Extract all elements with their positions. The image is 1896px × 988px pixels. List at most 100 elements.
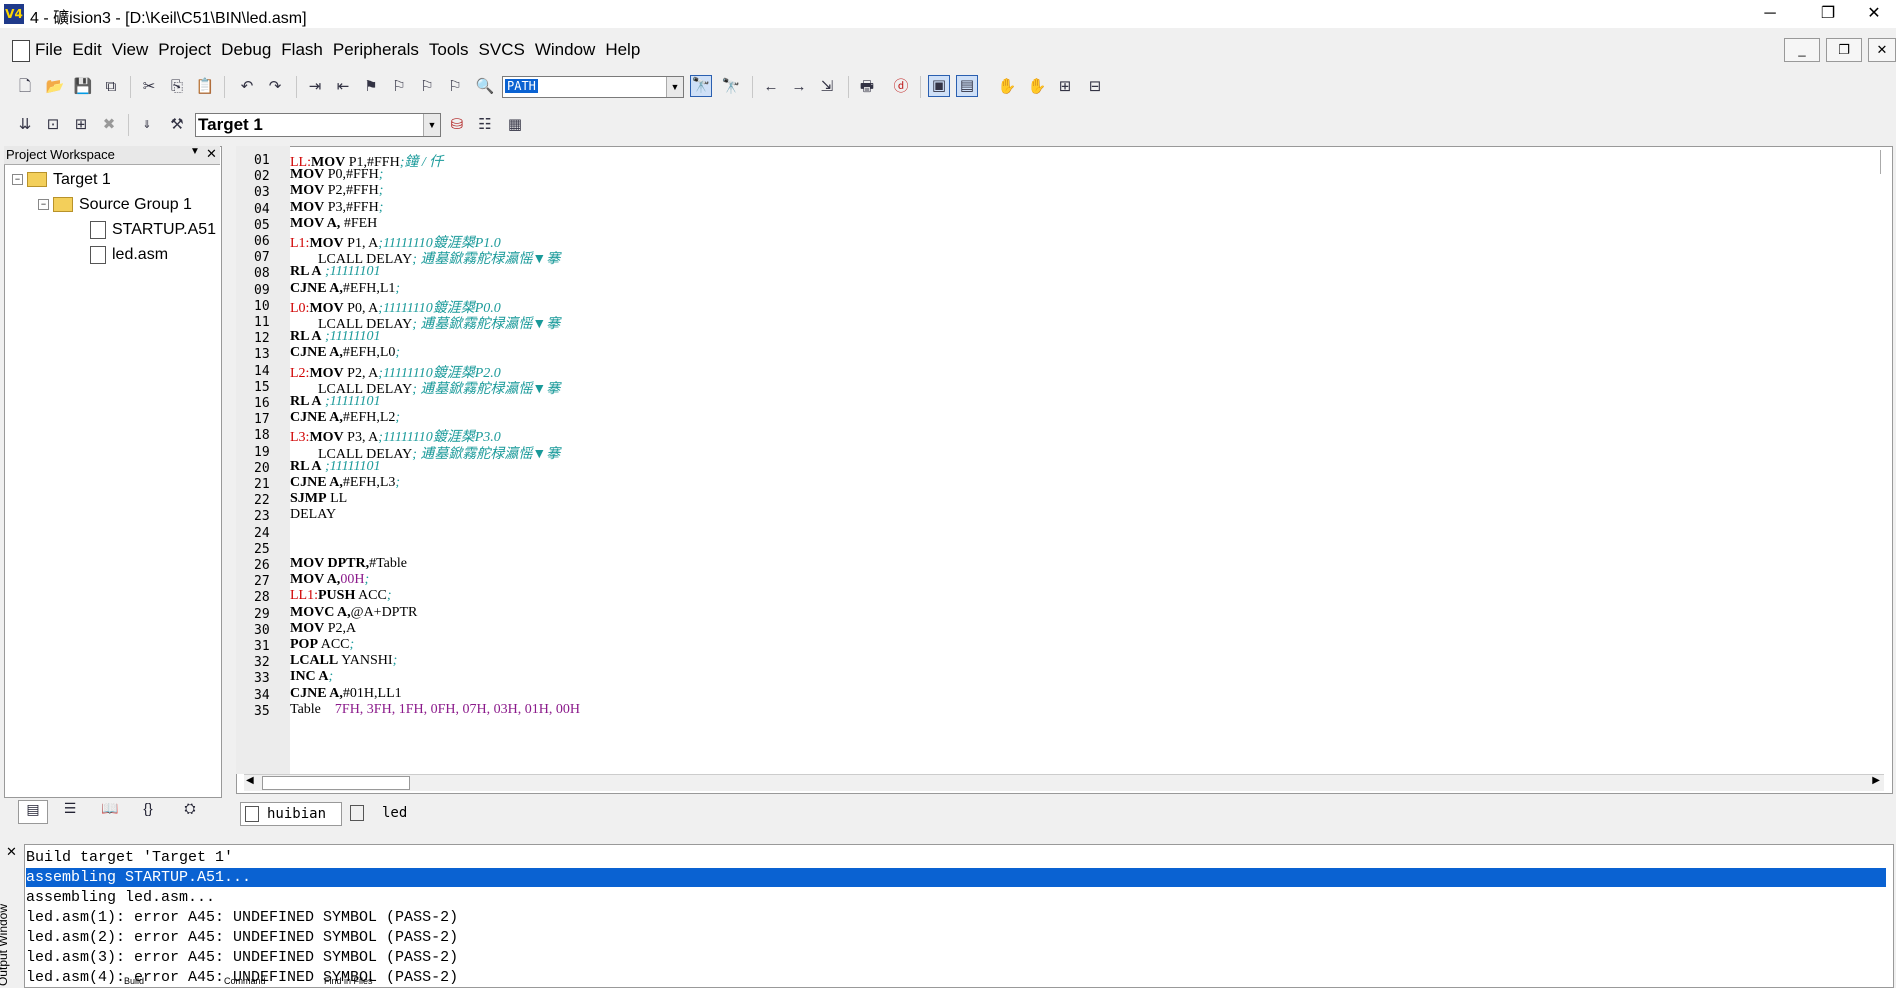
- unindent-icon[interactable]: ⇤: [332, 76, 354, 98]
- output-line[interactable]: led.asm(1): error A45: UNDEFINED SYMBOL …: [26, 908, 1886, 927]
- restore-button[interactable]: ❐: [1806, 0, 1850, 28]
- tree-item-source-group[interactable]: − Source Group 1: [38, 196, 192, 214]
- mdi-minimize-button[interactable]: _: [1784, 38, 1820, 62]
- tab-huibian[interactable]: huibian: [240, 802, 342, 826]
- code-line[interactable]: MOV P3,#FFH;: [290, 200, 383, 216]
- code-line[interactable]: RL A ;11111101: [290, 264, 380, 280]
- menu-tools[interactable]: Tools: [424, 36, 474, 64]
- code-line[interactable]: RL A ;11111101: [290, 394, 380, 410]
- code-line[interactable]: RL A ;11111101: [290, 459, 380, 475]
- code-line[interactable]: LL1:PUSH ACC;: [290, 588, 392, 604]
- find-icon[interactable]: 🔭: [690, 75, 712, 97]
- menu-help[interactable]: Help: [600, 36, 645, 64]
- scroll-right-icon[interactable]: ▶: [1872, 775, 1880, 786]
- menu-window[interactable]: Window: [530, 36, 600, 64]
- bookmark-toggle-icon[interactable]: ⚑: [360, 76, 382, 98]
- save-icon[interactable]: 💾: [72, 76, 94, 98]
- code-line[interactable]: MOV A,00H;: [290, 572, 369, 588]
- vertical-scrollbar[interactable]: [1880, 150, 1889, 174]
- templates-tab-icon[interactable]: ⛭: [176, 800, 204, 822]
- chevron-down-icon[interactable]: ▼: [666, 77, 683, 97]
- menu-peripherals[interactable]: Peripherals: [328, 36, 424, 64]
- menu-file[interactable]: File: [30, 36, 67, 64]
- code-line[interactable]: MOV P0,#FFH;: [290, 167, 383, 183]
- hand-icon[interactable]: ✋: [996, 76, 1018, 98]
- output-tab-build[interactable]: Build: [124, 976, 144, 986]
- menu-project[interactable]: Project: [153, 36, 216, 64]
- close-icon[interactable]: ✕: [6, 844, 17, 860]
- indent-icon[interactable]: ⇥: [304, 76, 326, 98]
- close-button[interactable]: ✕: [1852, 0, 1896, 28]
- output-toggle-icon[interactable]: ▤: [956, 75, 978, 97]
- menu-svcs[interactable]: SVCS: [474, 36, 530, 64]
- open-folder-icon[interactable]: 📂: [44, 76, 66, 98]
- goto-icon[interactable]: ⇲: [816, 76, 838, 98]
- output-tab-find-in-files[interactable]: Find in Files: [324, 976, 373, 986]
- collapse-icon[interactable]: −: [12, 174, 23, 186]
- code-line[interactable]: INC A;: [290, 669, 333, 685]
- code-line[interactable]: LCALL YANSHI;: [290, 653, 397, 669]
- code-line[interactable]: CJNE A,#EFH,L3;: [290, 475, 400, 491]
- collapse-icon[interactable]: −: [38, 199, 49, 211]
- scroll-left-icon[interactable]: ◀: [246, 775, 254, 786]
- download-icon[interactable]: ⇓: [136, 114, 158, 136]
- rebuild-icon[interactable]: ⊞: [70, 114, 92, 136]
- output-line[interactable]: led.asm(2): error A45: UNDEFINED SYMBOL …: [26, 928, 1886, 947]
- horizontal-scrollbar[interactable]: ◀ ▶: [244, 774, 1884, 791]
- output-line[interactable]: Build target 'Target 1': [26, 848, 1886, 867]
- find-next-icon[interactable]: 🔭: [720, 76, 742, 98]
- close-icon[interactable]: ✕: [206, 146, 217, 162]
- dropdown-icon[interactable]: ▼: [190, 146, 200, 157]
- mdi-close-button[interactable]: ✕: [1868, 38, 1896, 62]
- menu-debug[interactable]: Debug: [216, 36, 276, 64]
- manage-components-icon[interactable]: ⛁: [446, 114, 468, 136]
- hand-cross-icon[interactable]: ✋: [1026, 76, 1048, 98]
- tree-item-led[interactable]: led.asm: [90, 246, 168, 264]
- menu-view[interactable]: View: [107, 36, 154, 64]
- functions-tab-icon[interactable]: {}: [134, 800, 162, 822]
- target-options-icon[interactable]: ⚒: [166, 114, 188, 136]
- tree-item-target[interactable]: − Target 1: [12, 171, 111, 189]
- code-line[interactable]: POP ACC;: [290, 637, 354, 653]
- build-target-icon[interactable]: ⊡: [42, 114, 64, 136]
- find-combobox[interactable]: PATH ▼: [502, 76, 684, 98]
- find-in-files-icon[interactable]: 🔍: [474, 76, 496, 98]
- bookmark-clear-icon[interactable]: ⚐: [444, 76, 466, 98]
- books-tab-icon[interactable]: 📖: [96, 800, 124, 822]
- stop-build-icon[interactable]: ✖: [98, 114, 120, 136]
- undo-icon[interactable]: ↶: [236, 76, 258, 98]
- pack-installer-icon[interactable]: ▦: [504, 114, 526, 136]
- mdi-restore-button[interactable]: ❐: [1826, 38, 1862, 62]
- code-line[interactable]: CJNE A,#EFH,L0;: [290, 345, 400, 361]
- menu-flash[interactable]: Flash: [276, 36, 328, 64]
- translate-icon[interactable]: ⇊: [14, 114, 36, 136]
- copy-icon[interactable]: ⎘: [166, 76, 188, 98]
- window-icon[interactable]: ⊞: [1054, 76, 1076, 98]
- code-line[interactable]: SJMP LL: [290, 491, 347, 507]
- debug-session-icon[interactable]: ⓓ: [890, 76, 912, 98]
- code-line[interactable]: Table 7FH, 3FH, 1FH, 0FH, 07H, 03H, 01H,…: [290, 702, 580, 718]
- code-line[interactable]: CJNE A,#EFH,L2;: [290, 410, 400, 426]
- code-line[interactable]: CJNE A,#EFH,L1;: [290, 281, 400, 297]
- find-input[interactable]: PATH: [505, 79, 538, 93]
- output-tab-command[interactable]: Command: [224, 976, 266, 986]
- code-line[interactable]: DELAY: [290, 507, 336, 523]
- print-icon[interactable]: 🖶: [856, 76, 878, 98]
- minimize-button[interactable]: ─: [1748, 0, 1792, 28]
- menu-edit[interactable]: Edit: [67, 36, 106, 64]
- navigate-forward-icon[interactable]: →: [788, 76, 810, 98]
- tree-item-startup[interactable]: STARTUP.A51: [90, 221, 216, 239]
- horizontal-scroll-thumb[interactable]: [262, 776, 410, 790]
- bookmark-prev-icon[interactable]: ⚐: [416, 76, 438, 98]
- code-line[interactable]: CJNE A,#01H,LL1: [290, 686, 402, 702]
- workspace-toggle-icon[interactable]: ▣: [928, 75, 950, 97]
- code-line[interactable]: RL A ;11111101: [290, 329, 380, 345]
- files-tab-icon[interactable]: ▤: [18, 800, 48, 824]
- output-line[interactable]: led.asm(3): error A45: UNDEFINED SYMBOL …: [26, 948, 1886, 967]
- tab-led[interactable]: led: [346, 802, 446, 824]
- chevron-down-icon[interactable]: ▼: [423, 114, 440, 136]
- bookmark-next-icon[interactable]: ⚐: [388, 76, 410, 98]
- redo-icon[interactable]: ↷: [264, 76, 286, 98]
- target-select[interactable]: Target 1 ▼: [195, 113, 441, 137]
- config-window-icon[interactable]: ⊟: [1084, 76, 1106, 98]
